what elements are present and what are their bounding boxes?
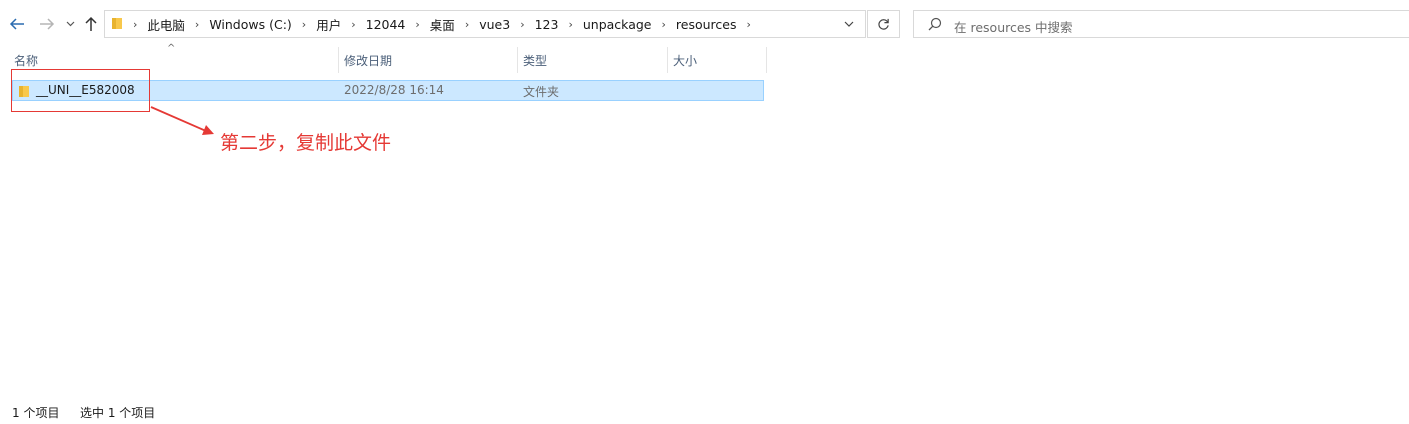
arrow-left-icon — [9, 18, 24, 30]
back-button[interactable] — [8, 13, 26, 35]
breadcrumb-separator-icon[interactable]: › — [189, 18, 205, 31]
column-header-label: 大小 — [673, 53, 698, 68]
annotation-highlight-box — [11, 69, 150, 112]
file-modified: 2022/8/28 16:14 — [344, 83, 444, 97]
status-selected-count: 选中 1 个项目 — [80, 406, 156, 420]
breadcrumb-item[interactable]: unpackage — [579, 17, 656, 32]
forward-button[interactable] — [38, 13, 56, 35]
arrow-right-icon — [40, 18, 55, 30]
recent-locations-button[interactable] — [64, 13, 76, 35]
breadcrumb-item[interactable]: 此电脑 — [143, 15, 189, 34]
breadcrumb-item[interactable]: 用户 — [312, 15, 345, 34]
arrow-up-icon — [85, 16, 97, 31]
annotation-arrow-icon — [150, 106, 214, 135]
breadcrumb-item[interactable]: resources — [672, 17, 741, 32]
breadcrumb-item[interactable]: Windows (C:) — [205, 17, 295, 32]
breadcrumb-separator-icon[interactable]: › — [740, 18, 756, 31]
column-header-label: 类型 — [523, 53, 548, 68]
breadcrumb: › 此电脑 › Windows (C:) › 用户 › 12044 › 桌面 ›… — [105, 11, 757, 37]
column-header-size[interactable]: 大小 — [667, 47, 766, 73]
refresh-button[interactable] — [867, 10, 900, 38]
folder-icon — [105, 16, 127, 33]
refresh-icon — [878, 18, 889, 30]
breadcrumb-separator-icon[interactable]: › — [127, 18, 143, 31]
breadcrumb-item[interactable]: 123 — [531, 17, 563, 32]
column-header-label: 修改日期 — [344, 53, 393, 68]
search-placeholder: 在 resources 中搜索 — [954, 20, 1073, 35]
breadcrumb-separator-icon[interactable]: › — [655, 18, 671, 31]
chevron-down-icon — [66, 21, 74, 27]
breadcrumb-item[interactable]: 桌面 — [426, 15, 459, 34]
status-item-count: 1 个项目 — [12, 406, 60, 420]
breadcrumb-separator-icon[interactable]: › — [514, 18, 530, 31]
breadcrumb-item[interactable]: vue3 — [475, 17, 514, 32]
up-button[interactable] — [82, 13, 100, 35]
chevron-down-icon — [844, 21, 854, 27]
search-icon — [928, 17, 942, 34]
column-header-modified[interactable]: 修改日期 — [338, 47, 517, 73]
address-bar[interactable]: › 此电脑 › Windows (C:) › 用户 › 12044 › 桌面 ›… — [104, 10, 866, 38]
column-header-label: 名称 — [14, 53, 39, 68]
breadcrumb-separator-icon[interactable]: › — [409, 18, 425, 31]
column-divider[interactable] — [766, 47, 767, 73]
breadcrumb-separator-icon[interactable]: › — [562, 18, 578, 31]
search-input[interactable]: 在 resources 中搜索 — [913, 10, 1409, 38]
breadcrumb-separator-icon[interactable]: › — [296, 18, 312, 31]
breadcrumb-item[interactable]: 12044 — [362, 17, 410, 32]
breadcrumb-separator-icon[interactable]: › — [459, 18, 475, 31]
breadcrumb-separator-icon[interactable]: › — [345, 18, 361, 31]
annotation-text: 第二步，复制此文件 — [220, 132, 392, 154]
address-dropdown-button[interactable] — [833, 11, 865, 37]
file-type: 文件夹 — [523, 85, 560, 99]
column-header-type[interactable]: 类型 — [517, 47, 667, 73]
